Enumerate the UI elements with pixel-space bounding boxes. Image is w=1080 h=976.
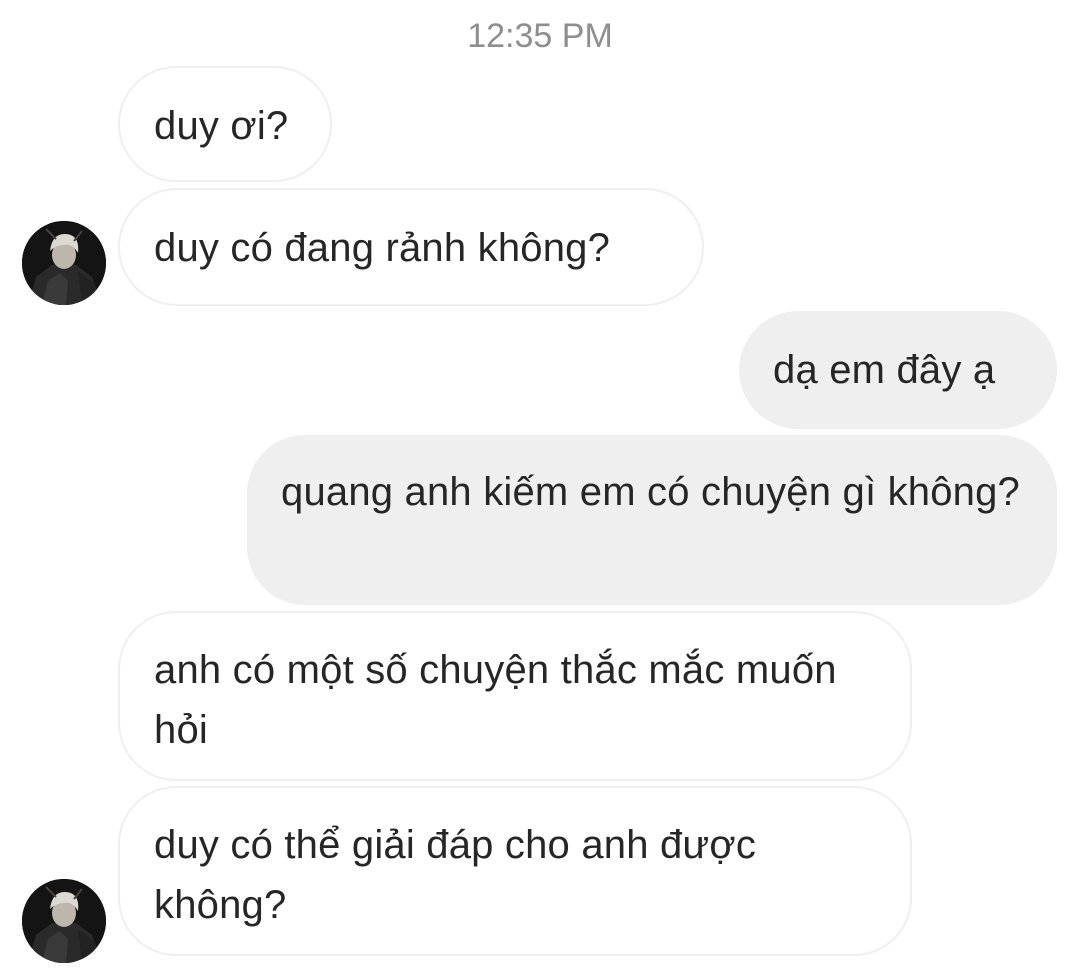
profile-photo-icon [22, 221, 106, 305]
message-text: duy có thể giải đáp cho anh được không? [154, 823, 757, 927]
incoming-message[interactable]: duy ơi? [118, 66, 332, 182]
message-text: anh có một số chuyện thắc mắc muốn hỏi [154, 648, 837, 752]
message-text: duy ơi? [154, 104, 289, 148]
sender-avatar[interactable] [22, 879, 106, 963]
message-text: duy có đang rảnh không? [154, 226, 611, 270]
message-timestamp: 12:35 PM [467, 17, 613, 55]
message-text: dạ em đây ạ [773, 348, 996, 392]
incoming-message[interactable]: anh có một số chuyện thắc mắc muốn hỏi [118, 611, 912, 781]
outgoing-message[interactable]: dạ em đây ạ [739, 311, 1057, 429]
profile-photo-icon [22, 879, 106, 963]
incoming-message[interactable]: duy có đang rảnh không? [118, 188, 704, 306]
outgoing-message[interactable]: quang anh kiếm em có chuyện gì không? [247, 435, 1057, 605]
incoming-message[interactable]: duy có thể giải đáp cho anh được không? [118, 786, 912, 956]
sender-avatar[interactable] [22, 221, 106, 305]
message-text: quang anh kiếm em có chuyện gì không? [281, 470, 1021, 514]
